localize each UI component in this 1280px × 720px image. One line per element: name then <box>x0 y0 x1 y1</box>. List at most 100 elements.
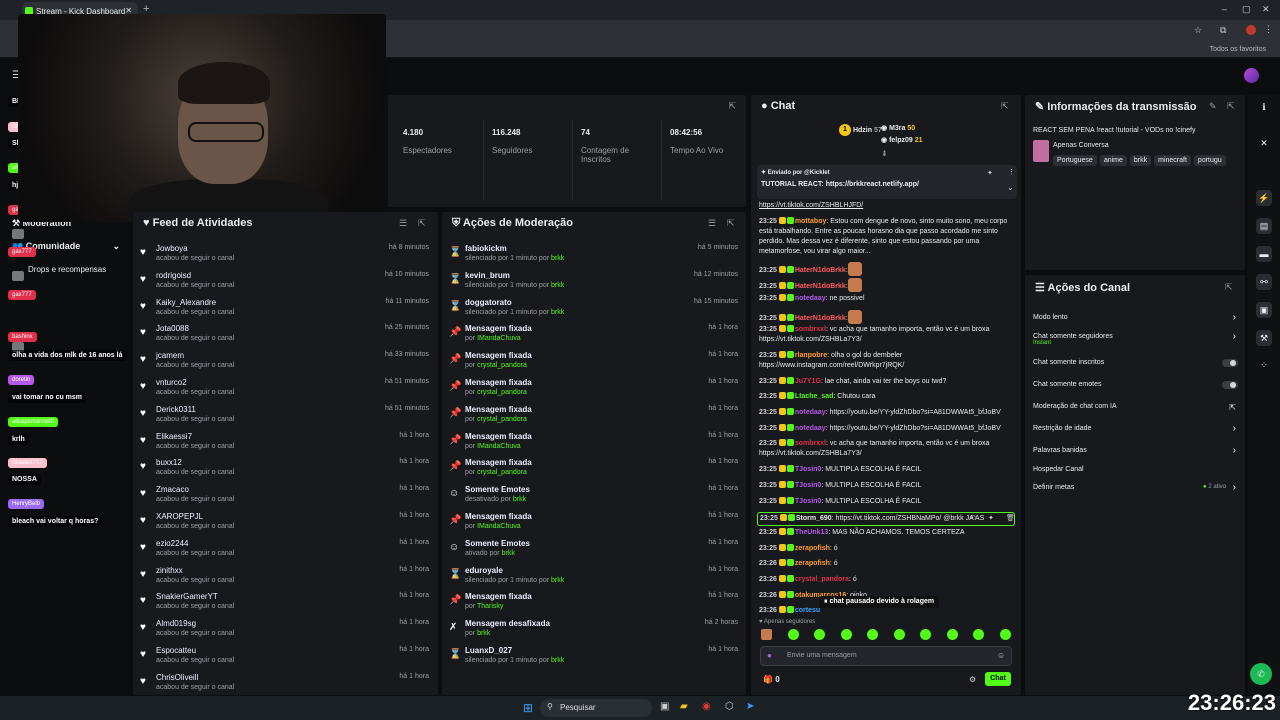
chat-message[interactable]: 23:25 Ju7Y1G: lae chat, ainda vai ter th… <box>759 376 1017 387</box>
chat-message[interactable]: 23:25 sombrxxl: vc acha que tamanho impo… <box>759 439 1017 459</box>
bot-icon[interactable]: ▣ <box>1256 302 1272 318</box>
delete-icon[interactable]: 🗑 <box>1006 514 1015 524</box>
chat-message[interactable]: 23:26 zerapofish: ó <box>759 559 1017 569</box>
profile-icon[interactable] <box>1246 25 1256 35</box>
file-explorer-icon[interactable]: ▰ <box>680 701 688 712</box>
emote-icon[interactable] <box>999 629 1011 640</box>
feed-item[interactable]: ♥ Zmacaco acabou de seguir o canal há 1 hor… <box>133 483 433 510</box>
chat-message[interactable]: 23:25 Ltache_sad: Chutou cara <box>759 392 1017 402</box>
bolt-icon[interactable]: ⚡ <box>1256 190 1272 206</box>
chat-message[interactable]: 23:25 HaterN1doBrkk: <box>759 278 1017 293</box>
close-window-icon[interactable]: ✕ <box>1262 4 1270 15</box>
emote-icon[interactable] <box>946 629 958 640</box>
top-user-1[interactable]: 1 Hdzin 57 <box>839 124 882 136</box>
chat-message[interactable]: 23:25 TJosin0: MULTIPLA ESCOLHA É FACIL <box>759 480 1017 491</box>
chat-message[interactable]: 23:25 HaterN1doBrkk: <box>759 262 1017 277</box>
menu-dots-icon[interactable]: ⋮ <box>1264 24 1273 35</box>
chat-username[interactable]: TheUnk13 <box>795 529 828 536</box>
mod-action-item[interactable]: ☺ Somente Emotes ativado por brkk há 1 hora <box>442 537 742 564</box>
chat-username[interactable]: TJosin0 <box>795 498 821 505</box>
expand-top-icon[interactable]: ⇟ <box>881 149 888 158</box>
chat-message[interactable]: 23:26 crystal_pandora: ó <box>759 575 1017 585</box>
green-widget-icon[interactable]: ✆ <box>1250 663 1272 685</box>
mod-action-item[interactable]: 📌 Mensagem fixada por IMandaChuva há 1 hora <box>442 430 742 457</box>
chat-icon[interactable]: ▬ <box>1256 246 1272 262</box>
channel-action-row[interactable]: Moderação de chat com IA ⇱ <box>1033 403 1238 412</box>
mod-action-item[interactable]: 📌 Mensagem fixada por crystal_pandora há 1 … <box>442 349 742 376</box>
mod-action-item[interactable]: ⌛ doggatorato silenciado por 1 minuto por … <box>442 296 742 323</box>
filter-icon[interactable]: ☰ <box>708 218 716 229</box>
feed-item[interactable]: ♥ XAROPEPJL acabou de seguir o canal há 1 h… <box>133 510 433 537</box>
chat-message[interactable]: 23:25 notedaay: https://youtu.be/YY-yldZ… <box>759 423 1017 434</box>
popout-icon[interactable]: ⇱ <box>1225 282 1233 293</box>
stream-tag[interactable]: anime <box>1099 155 1127 166</box>
chat-message[interactable]: https://vt.tiktok.com/ZSHBLHJFD/ <box>759 201 1017 211</box>
chevron-down-icon[interactable]: ⌄ <box>1007 183 1014 192</box>
chat-username[interactable]: Storm_690 <box>796 515 832 522</box>
feed-item[interactable]: ♥ rodrigoisd acabou de seguir o canal há 10… <box>133 269 433 296</box>
chat-message[interactable]: 23:25 HaterN1doBrkk: <box>759 309 1017 324</box>
feed-item[interactable]: ♥ zinithxx acabou de seguir o canal há 1 ho… <box>133 564 433 591</box>
top-user-2[interactable]: ◉ M3ra 50 <box>881 124 915 132</box>
send-chat-button[interactable]: Chat <box>985 672 1011 686</box>
emote-icon[interactable] <box>973 629 984 640</box>
mod-action-item[interactable]: 📌 Mensagem fixada por crystal_pandora há 1 … <box>442 456 742 483</box>
channel-action-row[interactable]: Chat somente emotes <box>1033 381 1238 389</box>
more-icon[interactable]: ⋮ <box>1008 168 1015 176</box>
feed-item[interactable]: ♥ Derick0311 acabou de seguir o canal há 51… <box>133 403 433 430</box>
chrome-icon[interactable]: ◉ <box>702 701 711 712</box>
channel-action-row[interactable]: Hospedar Canal <box>1033 466 1238 473</box>
feed-item[interactable]: ♥ jcamem acabou de seguir o canal há 33 min… <box>133 349 433 376</box>
pinned-message[interactable]: ✦ Enviado por @Kicklet TUTORIAL REACT: h… <box>757 165 1017 199</box>
pin-icon[interactable]: ✦ <box>988 514 994 524</box>
top-user-3[interactable]: ◉ felpz09 21 <box>881 136 923 144</box>
popout-icon[interactable]: ⇱ <box>1001 101 1009 112</box>
feed-item[interactable]: ♥ ezio2244 acabou de seguir o canal há 1 ho… <box>133 537 433 564</box>
category-name[interactable]: Apenas Conversa <box>1053 142 1109 149</box>
all-bookmarks-link[interactable]: Todos os favoritos <box>1210 46 1266 53</box>
feed-item[interactable]: ♥ buxx12 acabou de seguir o canal há 1 hora <box>133 456 433 483</box>
chat-username[interactable]: HaterN1doBrkk <box>795 315 846 322</box>
emote-icon[interactable] <box>893 629 905 640</box>
taskbar-search[interactable]: ⚲ Pesquisar <box>540 699 652 717</box>
chat-message[interactable]: 23:25 TJosin0: MULTIPLA ESCOLHA É FACIL <box>759 496 1017 507</box>
mod-action-item[interactable]: 📌 Mensagem fixada por crystal_pandora há 1 … <box>442 403 742 430</box>
filter-icon[interactable]: ☰ <box>399 218 407 229</box>
popout-icon[interactable]: ⇱ <box>418 218 426 229</box>
chat-message[interactable]: 23:25 TJosin0: MULTIPLA ESCOLHA É FACIL <box>759 465 1017 475</box>
apps-icon[interactable]: ⁘ <box>1256 357 1272 373</box>
channel-action-row[interactable]: Palavras banidas › <box>1033 445 1238 456</box>
feed-item[interactable]: ♥ Kaiky_Alexandre acabou de seguir o canal… <box>133 296 433 323</box>
chat-username[interactable]: cortesu <box>795 607 820 614</box>
unpin-icon[interactable]: ✦ <box>987 169 993 177</box>
document-icon[interactable]: ▤ <box>1256 218 1272 234</box>
app-icon[interactable]: ⬡ <box>725 701 734 712</box>
emote-icon[interactable] <box>920 629 931 640</box>
chat-message[interactable]: 23:25 rlanpobre: olha o gol do dembeler … <box>759 350 1017 371</box>
emote-icon[interactable] <box>840 629 852 640</box>
telegram-icon[interactable]: ➤ <box>746 701 754 712</box>
chat-message[interactable]: 23:25 mottaboy: Estou com dengue de novo… <box>759 216 1017 257</box>
channel-action-row[interactable]: Definir metas › ● 2 ativo <box>1033 482 1238 493</box>
mod-action-item[interactable]: ⌛ fabiokickm silenciado por 1 minuto por b… <box>442 242 742 269</box>
chat-username[interactable]: sombrxxl <box>795 326 826 333</box>
chat-username[interactable]: TJosin0 <box>795 482 821 489</box>
emote-icon[interactable] <box>787 629 799 640</box>
chat-username[interactable]: notedaay <box>795 295 826 302</box>
toggle-switch[interactable] <box>1222 381 1238 389</box>
minimize-icon[interactable]: – <box>1222 4 1227 14</box>
mod-action-item[interactable]: ✗ Mensagem desafixada por brkk há 2 horas <box>442 617 742 644</box>
chat-message[interactable]: 23:25 notedaay: ne possivel <box>759 293 1017 304</box>
emoji-icon[interactable]: ☺ <box>997 651 1005 660</box>
task-view-icon[interactable]: ▣ <box>660 701 669 712</box>
settings-icon[interactable]: ⚙ <box>969 675 976 684</box>
mod-action-item[interactable]: ⌛ LuanxD_027 silenciado por 1 minuto por b… <box>442 644 742 671</box>
chat-username[interactable]: notedaay <box>795 409 826 416</box>
mod-action-item[interactable]: 📌 Mensagem fixada por Tharisky há 1 hora <box>442 590 742 617</box>
chat-username[interactable]: TJosin0 <box>795 466 821 473</box>
chat-message[interactable]: 23:25 zerapofish: ó <box>759 543 1017 554</box>
info-icon[interactable]: ℹ <box>1256 99 1272 115</box>
star-icon[interactable]: ☆ <box>1194 25 1202 36</box>
feed-item[interactable]: ♥ Espocatteu acabou de seguir o canal há 1 … <box>133 644 433 671</box>
mod-action-item[interactable]: 📌 Mensagem fixada por crystal_pandora há 1 … <box>442 376 742 403</box>
